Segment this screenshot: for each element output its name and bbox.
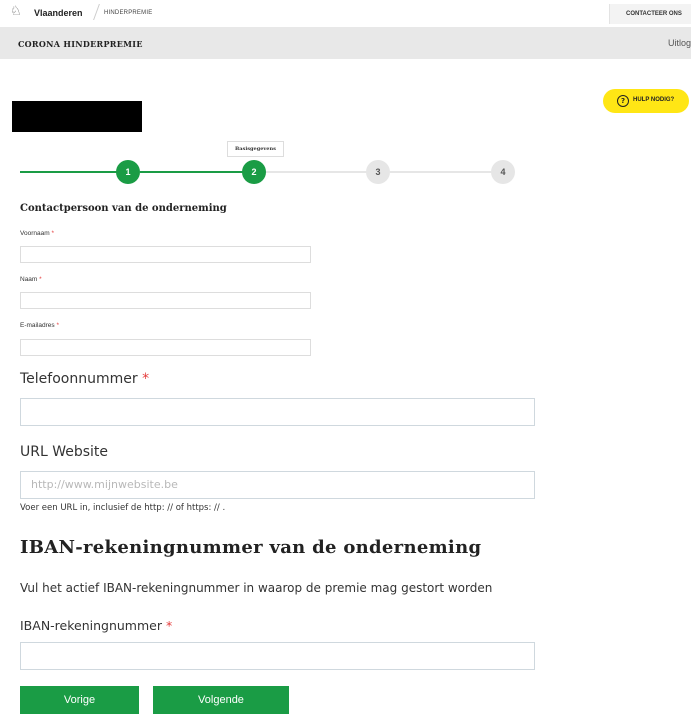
required-marker: * xyxy=(142,371,150,387)
phone-label-text: Telefoonnummer xyxy=(20,371,138,387)
iban-label-text: IBAN-rekeningnummer xyxy=(20,618,162,633)
contact-button[interactable]: CONTACTEER ONS xyxy=(609,4,691,24)
required-marker: * xyxy=(165,618,173,633)
step-2[interactable]: 2 xyxy=(242,160,266,184)
required-marker: * xyxy=(39,276,42,283)
website-hint: Voer een URL in, inclusief de http: // o… xyxy=(20,503,226,513)
step-line-2 xyxy=(140,171,245,173)
top-bar: ♘ Vlaanderen HINDERPREMIE CONTACTEER ONS xyxy=(0,0,691,26)
next-button[interactable]: Volgende xyxy=(153,686,289,714)
app-header: CORONA HINDERPREMIE Uitlog xyxy=(0,27,691,59)
step-4: 4 xyxy=(491,160,515,184)
email-input[interactable] xyxy=(20,339,311,356)
active-step-label: Basisgegevens xyxy=(227,141,284,157)
step-line-3 xyxy=(265,171,370,173)
iban-label: IBAN-rekeningnummer * xyxy=(20,618,172,633)
help-button[interactable]: ? HULP NODIG? xyxy=(603,89,689,113)
first-name-input[interactable] xyxy=(20,246,311,263)
flanders-lion-icon[interactable]: ♘ xyxy=(10,4,22,20)
breadcrumb-separator xyxy=(93,4,100,20)
iban-section-title: IBAN-rekeningnummer van de onderneming xyxy=(20,537,482,558)
step-line-1 xyxy=(20,171,120,173)
redacted-block xyxy=(12,101,142,132)
brand-name[interactable]: Vlaanderen xyxy=(34,8,83,18)
website-input[interactable]: http://www.mijnwebsite.be xyxy=(20,471,535,499)
email-label-text: E-mailadres xyxy=(20,322,55,329)
required-marker: * xyxy=(51,230,54,237)
first-name-label: Voornaam * xyxy=(20,230,54,237)
logout-link[interactable]: Uitlog xyxy=(668,38,691,48)
last-name-label: Naam * xyxy=(20,276,42,283)
breadcrumb[interactable]: HINDERPREMIE xyxy=(104,10,152,16)
app-title: CORONA HINDERPREMIE xyxy=(18,39,143,49)
step-3: 3 xyxy=(366,160,390,184)
website-label: URL Website xyxy=(20,444,109,460)
required-marker: * xyxy=(56,322,60,329)
step-1[interactable]: 1 xyxy=(116,160,140,184)
email-label: E-mailadres * xyxy=(20,322,59,329)
phone-input[interactable] xyxy=(20,398,535,426)
iban-description: Vul het actief IBAN-rekeningnummer in wa… xyxy=(20,581,493,595)
last-name-label-text: Naam xyxy=(20,276,38,283)
contact-section-title: Contactpersoon van de onderneming xyxy=(20,203,227,214)
help-label: HULP NODIG? xyxy=(633,97,675,103)
last-name-input[interactable] xyxy=(20,292,311,309)
question-icon: ? xyxy=(617,95,629,107)
previous-button[interactable]: Vorige xyxy=(20,686,139,714)
iban-input[interactable] xyxy=(20,642,535,670)
phone-label: Telefoonnummer * xyxy=(20,371,149,387)
first-name-label-text: Voornaam xyxy=(20,230,50,237)
step-line-4 xyxy=(390,171,495,173)
